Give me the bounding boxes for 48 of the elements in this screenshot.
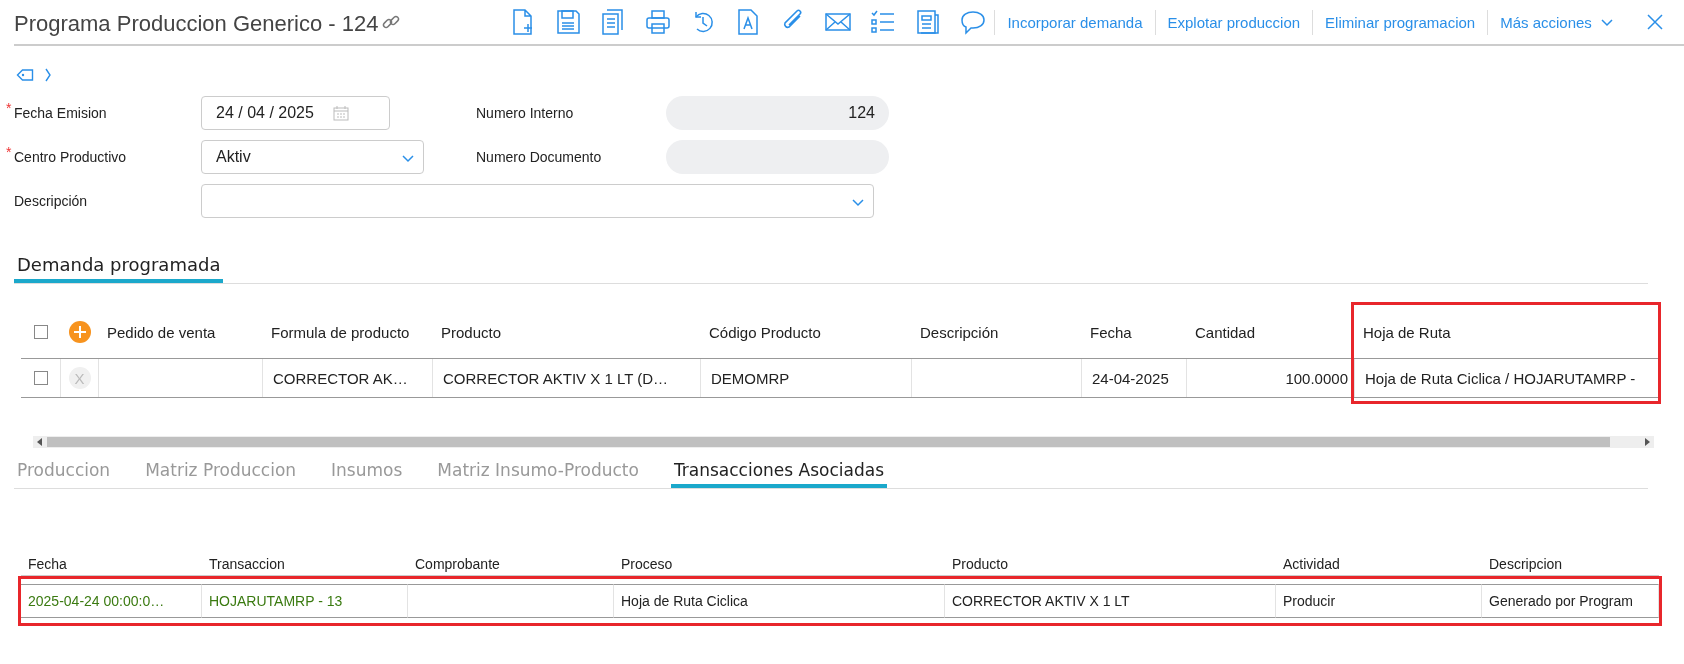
column-header: Código Producto (708, 323, 822, 341)
tab[interactable]: Insumos (328, 454, 406, 488)
field-label: Numero Documento (476, 149, 602, 165)
column-header: Fecha (1089, 323, 1133, 341)
tab[interactable]: Produccion (14, 454, 114, 488)
toolbar-action-link[interactable]: Incorporar demanda (994, 9, 1155, 35)
column-header: Descripcion (1488, 555, 1564, 574)
table-cell: CORRECTOR AK… (263, 359, 433, 397)
column-header: Actividad (1282, 555, 1341, 574)
page-title: Programa Produccion Generico - 124 (14, 10, 379, 37)
column-header: Transaccion (208, 555, 286, 574)
cell-link[interactable]: HOJARUTAMRP - 13 (202, 584, 408, 618)
column-header: Hoja de Ruta (1362, 323, 1452, 341)
field-label: Numero Interno (476, 105, 574, 121)
toolbar-action-link[interactable]: Eliminar programacion (1312, 9, 1488, 35)
section-tab[interactable]: Demanda programada (14, 254, 224, 283)
column-header: Cantidad (1194, 323, 1257, 341)
column-header: Producto (440, 323, 503, 341)
toolbar-action-link[interactable]: Explotar produccion (1154, 9, 1313, 35)
field-label: Centro Productivo (14, 149, 127, 165)
column-header: Descripción (919, 323, 1000, 341)
table-cell: CORRECTOR AKTIV X 1 LT (945, 584, 1276, 618)
more-actions-menu[interactable]: Más acciones (1487, 9, 1626, 35)
table-cell: DEMOMRP (701, 359, 912, 397)
table-cell: 100.0000 (1187, 359, 1355, 397)
date-field[interactable]: 24 / 04 / 2025 (201, 96, 390, 130)
tab[interactable]: Transacciones Asociadas (670, 454, 887, 488)
column-header: Pedido de venta (106, 323, 217, 341)
table-cell: Producir (1276, 584, 1482, 618)
column-header: Comprobante (414, 555, 501, 574)
table-cell: Hoja de Ruta Ciclica / HOJARUTAMRP - (1355, 359, 1659, 397)
tab[interactable]: Matriz Produccion (142, 454, 300, 488)
table-cell: Hoja de Ruta Ciclica (614, 584, 945, 618)
required-asterisk: * (6, 144, 12, 160)
required-asterisk: * (6, 100, 12, 116)
table-cell: CORRECTOR AKTIV X 1 LT (D… (433, 359, 701, 397)
table-cell: Generado por Program (1482, 584, 1659, 618)
column-header: Producto (951, 555, 1010, 574)
tab[interactable]: Matriz Insumo-Producto (434, 454, 642, 488)
column-header: Proceso (620, 555, 674, 574)
cell-link[interactable]: 2025-04-24 00:00:0… (21, 584, 202, 618)
field-label: Fecha Emision (14, 105, 107, 121)
column-header: Formula de producto (270, 323, 411, 341)
column-header: Fecha (27, 555, 68, 574)
dropdown-field[interactable]: Aktiv (201, 140, 424, 174)
table-cell: 24-04-2025 (1082, 359, 1187, 397)
readonly-field: 124 (666, 96, 889, 130)
field-label: Descripción (14, 193, 88, 209)
